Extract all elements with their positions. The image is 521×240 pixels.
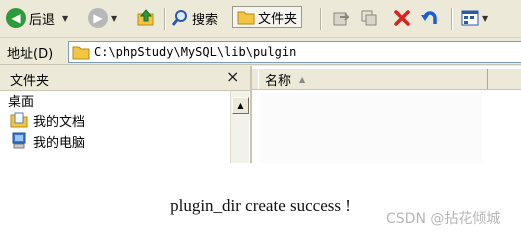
folder-icon	[72, 46, 90, 59]
folder-pane-title: 文件夹	[10, 74, 50, 89]
column-header-name[interactable]: 名称 ▲	[258, 69, 488, 89]
file-list-blank-area[interactable]	[484, 92, 521, 163]
folder-pane-header: 文件夹 ×	[0, 66, 250, 91]
copy-to-icon	[361, 10, 377, 26]
scroll-up-icon[interactable]: ▲	[232, 97, 249, 114]
address-bar: 地址(D) C:\phpStudy\MySQL\lib\pulgin	[0, 38, 521, 65]
tree-item-my-computer[interactable]: 我的电脑	[10, 131, 85, 151]
back-button[interactable]: ◀ 后退 ▼	[6, 7, 68, 29]
address-label: 地址(D)	[7, 47, 54, 62]
back-arrow-icon: ◀	[6, 8, 26, 28]
move-to-icon	[333, 12, 350, 26]
up-folder-icon	[137, 9, 154, 26]
address-path: C:\phpStudy\MySQL\lib\pulgin	[94, 45, 297, 59]
search-button[interactable]: 搜索	[171, 7, 218, 29]
views-icon	[461, 10, 479, 26]
toolbar-separator	[164, 8, 166, 30]
forward-dropdown-icon[interactable]: ▼	[111, 14, 117, 23]
undo-icon	[421, 11, 437, 24]
tree-item-my-documents[interactable]: 我的文档	[10, 110, 85, 130]
watermark: CSDN @拈花倾城	[386, 211, 501, 227]
forward-button[interactable]: ▶ ▼	[88, 7, 117, 29]
folder-pane-scrollbar[interactable]: ▲	[230, 91, 249, 163]
file-list-area[interactable]	[260, 92, 482, 163]
undo-button[interactable]	[420, 7, 440, 29]
column-name-label: 名称	[265, 73, 292, 89]
toolbar: ◀ 后退 ▼ ▶ ▼ 搜索 文件夹 ▼	[0, 0, 521, 38]
delete-button[interactable]	[393, 7, 411, 29]
tree-item-label: 我的文档	[33, 114, 86, 130]
search-label: 搜索	[192, 12, 219, 28]
copy-to-button[interactable]	[360, 7, 378, 29]
folder-icon	[237, 11, 255, 25]
tree-item-desktop[interactable]: 桌面	[8, 90, 34, 110]
folders-button[interactable]: 文件夹	[232, 6, 303, 28]
delete-icon	[394, 10, 410, 26]
search-icon	[171, 10, 187, 26]
move-to-button[interactable]	[332, 7, 350, 29]
address-input[interactable]: C:\phpStudy\MySQL\lib\pulgin	[68, 41, 521, 63]
toolbar-separator	[451, 8, 453, 30]
views-button[interactable]: ▼	[461, 7, 488, 29]
up-folder-button[interactable]	[136, 7, 156, 29]
views-dropdown-icon[interactable]: ▼	[482, 14, 488, 23]
my-computer-icon	[12, 132, 26, 149]
tree-item-label: 我的电脑	[33, 135, 86, 151]
close-icon[interactable]: ×	[226, 67, 239, 86]
file-list-header: 名称 ▲	[252, 69, 521, 90]
back-dropdown-icon[interactable]: ▼	[62, 14, 68, 23]
folders-label: 文件夹	[258, 11, 298, 27]
file-list-pane: 名称 ▲	[252, 66, 521, 163]
folder-pane: 文件夹 × 桌面 我的文档 我的电脑 ▲	[0, 66, 252, 163]
sort-ascending-icon: ▲	[299, 74, 306, 84]
toolbar-separator	[320, 8, 322, 30]
tree-item-label: 桌面	[8, 94, 35, 110]
explorer-window: ◀ 后退 ▼ ▶ ▼ 搜索 文件夹 ▼ 地址(D) C:\phpStudy\My…	[0, 0, 521, 163]
my-documents-icon	[10, 112, 28, 128]
forward-arrow-icon: ▶	[88, 8, 108, 28]
back-label: 后退	[29, 12, 56, 28]
